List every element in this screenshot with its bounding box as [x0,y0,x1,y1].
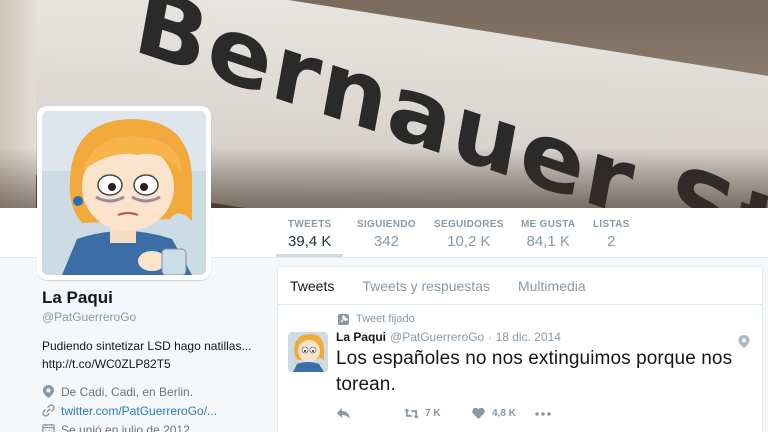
stat-likes[interactable]: ME GUSTA 84,1 K [521,219,575,250]
stat-label: TWEETS [288,219,332,230]
stat-label: ME GUSTA [521,219,576,230]
profile-joined: Se unió en julio de 2012 [42,420,262,432]
timeline-tabs: Tweets Tweets y respuestas Multimedia [278,267,762,305]
tweet-date[interactable]: · 18 dic. 2014 [488,330,561,344]
calendar-icon [42,423,55,432]
pin-icon [338,313,349,325]
like-count: 4,8 K [492,408,516,419]
tweet-header: La Paqui @PatGuerreroGo · 18 dic. 2014 [336,330,750,348]
stat-lists[interactable]: LISTAS 2 [593,219,630,250]
tab-tweets[interactable]: Tweets [290,278,334,294]
location-text: De Cadi, Cadi, en Berlin. [61,384,194,399]
reply-icon [337,408,350,419]
profile-bio: Pudiendo sintetizar LSD hago natillas...… [42,337,262,373]
bio-text: Pudiendo sintetizar LSD hago natillas... [42,339,252,353]
like-button[interactable]: 4,8 K [471,407,535,420]
tweet-avatar-graphic [288,332,328,372]
stat-tweets[interactable]: TWEETS 39,4 K [275,219,345,257]
stat-label: SEGUIDORES [434,219,504,230]
timeline: Tweets Tweets y respuestas Multimedia Tw… [277,266,763,432]
tab-media[interactable]: Multimedia [518,278,586,294]
profile-meta: De Cadi, Cadi, en Berlin. twitter.com/Pa… [42,382,262,432]
heart-icon [472,407,485,419]
pinned-label: Tweet fijado [338,313,750,325]
retweet-count: 7 K [425,408,441,419]
more-options-button[interactable] [535,411,551,416]
stat-value: 39,4 K [288,233,332,250]
profile-website[interactable]: twitter.com/PatGuerreroGo/... [42,401,262,420]
website-link[interactable]: twitter.com/PatGuerreroGo/... [61,404,217,418]
retweet-button[interactable]: 7 K [404,407,471,420]
reply-button[interactable] [336,407,404,420]
stat-value: 10,2 K [447,233,491,250]
profile-avatar[interactable] [37,106,211,280]
stat-label: LISTAS [593,219,630,230]
stat-following[interactable]: SIGUIENDO 342 [357,219,416,250]
cartoon-avatar-graphic [42,111,206,275]
retweet-icon [404,408,419,419]
avatar-image [42,111,206,275]
stat-value: 342 [373,233,399,250]
pinned-tweet[interactable]: Tweet fijado La Paqui @PatGuerreroGo · 1… [278,305,762,420]
tweet-author-handle[interactable]: @PatGuerreroGo [390,330,484,344]
bio-link[interactable]: http://t.co/WC0ZLP82T5 [42,355,262,373]
profile-location: De Cadi, Cadi, en Berlin. [42,382,262,401]
link-icon [42,404,55,417]
tweet-text: Los españoles no nos extinguimos porque … [336,348,733,395]
tweet-author-name[interactable]: La Paqui [336,330,386,344]
more-dots-icon [535,411,551,416]
stat-value: 2 [607,233,616,250]
pinned-text: Tweet fijado [356,313,415,325]
stat-value: 84,1 K [526,233,570,250]
stat-followers[interactable]: SEGUIDORES 10,2 K [434,219,504,250]
location-pin-icon [42,385,55,398]
stat-label: SIGUIENDO [357,219,416,230]
tweet-avatar[interactable] [288,332,328,372]
joined-text: Se unió en julio de 2012 [61,422,190,432]
profile-card: La Paqui @PatGuerreroGo Pudiendo sinteti… [42,288,262,432]
profile-name[interactable]: La Paqui [42,288,262,308]
tab-tweets-replies[interactable]: Tweets y respuestas [362,278,490,294]
tweet-actions: 7 K 4,8 K [336,407,750,420]
profile-handle[interactable]: @PatGuerreroGo [42,310,262,324]
location-pin-icon[interactable] [738,335,750,348]
